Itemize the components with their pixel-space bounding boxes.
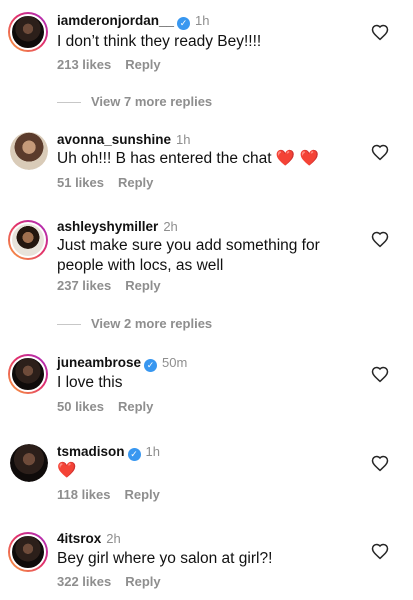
comment-text: Just make sure you add something for peo… (57, 237, 320, 274)
comment-username[interactable]: tsmadison (57, 444, 125, 459)
heart-outline-icon[interactable] (371, 455, 389, 473)
comment-username[interactable]: iamderonjordan__ (57, 13, 174, 28)
heart-outline-icon[interactable] (371, 366, 389, 384)
reply-button[interactable]: Reply (118, 175, 153, 190)
comment-text: ❤️ (57, 462, 77, 479)
avatar[interactable] (8, 354, 48, 394)
comment-text: Uh oh!!! B has entered the chat ❤️ ❤️ (57, 150, 319, 167)
comment-username[interactable]: ashleyshymiller (57, 219, 158, 234)
comment-time: 1h (176, 132, 191, 147)
comment-likes[interactable]: 237 likes (57, 278, 111, 293)
reply-button[interactable]: Reply (125, 278, 160, 293)
heart-outline-icon[interactable] (371, 144, 389, 162)
avatar[interactable] (10, 132, 48, 170)
verified-badge-icon: ✓ (177, 17, 191, 30)
verified-badge-icon: ✓ (144, 359, 158, 372)
comment-text: I don’t think they ready Bey!!!! (57, 33, 262, 50)
reply-button[interactable]: Reply (118, 399, 153, 414)
comment-username[interactable]: 4itsrox (57, 531, 101, 546)
view-more-replies-label: View 7 more replies (91, 94, 213, 109)
avatar[interactable] (10, 444, 48, 482)
view-more-replies[interactable]: View 2 more replies (57, 316, 212, 331)
reply-button[interactable]: Reply (125, 57, 160, 72)
view-more-replies[interactable]: View 7 more replies (57, 94, 212, 109)
comment-time: 2h (163, 219, 178, 234)
comment-time: 2h (106, 531, 121, 546)
comment-text: I love this (57, 374, 123, 391)
heart-outline-icon[interactable] (371, 231, 389, 249)
comment-username[interactable]: avonna_sunshine (57, 132, 171, 147)
comment-username[interactable]: juneambrose (57, 355, 141, 370)
view-more-replies-label: View 2 more replies (91, 316, 213, 331)
comment-likes[interactable]: 51 likes (57, 175, 104, 190)
comment-text: Bey girl where yo salon at girl?! (57, 550, 273, 567)
avatar[interactable] (8, 12, 48, 52)
comment-time: 50m (162, 355, 188, 370)
reply-button[interactable]: Reply (125, 487, 160, 502)
avatar[interactable] (8, 220, 48, 260)
comment-likes[interactable]: 118 likes (57, 487, 111, 502)
comment-likes[interactable]: 50 likes (57, 399, 104, 414)
comment-time: 1h (145, 444, 160, 459)
reply-button[interactable]: Reply (125, 574, 160, 589)
heart-outline-icon[interactable] (371, 24, 389, 42)
comment-time: 1h (195, 13, 210, 28)
verified-badge-icon: ✓ (127, 448, 141, 461)
comment-likes[interactable]: 322 likes (57, 574, 111, 589)
heart-outline-icon[interactable] (371, 543, 389, 561)
divider (57, 324, 81, 326)
comment-likes[interactable]: 213 likes (57, 57, 111, 72)
avatar[interactable] (8, 532, 48, 572)
divider (57, 102, 81, 104)
